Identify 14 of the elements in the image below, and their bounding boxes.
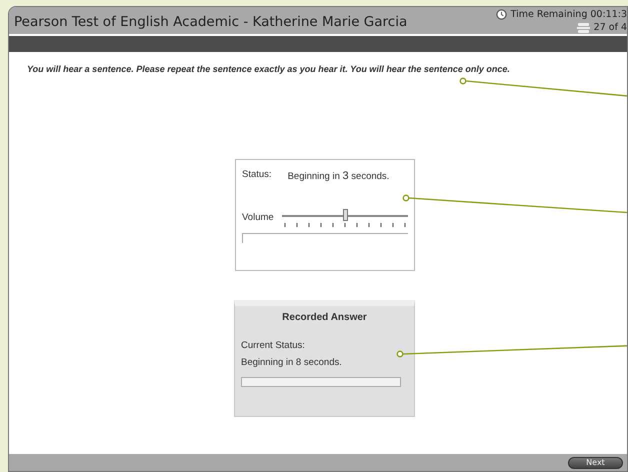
status-text: Beginning in 3 seconds. — [288, 169, 390, 184]
status-label: Current Status: — [241, 339, 306, 353]
slider-thumb[interactable] — [343, 208, 348, 220]
window-title: Pearson Test of English Academic - Katherine Marie Garcia — [14, 12, 408, 32]
recorder-title: Recorded Answer — [281, 311, 368, 325]
status-label: Status: — [242, 168, 272, 182]
volume-slider[interactable] — [282, 208, 408, 228]
status-text: Beginning in 8 seconds. — [241, 356, 343, 370]
time-remaining: Time Remaining 00:11:3 — [510, 8, 627, 21]
instruction-text: You will hear a sentence. Please repeat the sentence exactly as you hear it. You will hear the sentence only once. — [27, 63, 511, 76]
next-button[interactable]: Next — [568, 457, 623, 469]
stack-icon — [576, 22, 590, 32]
question-counter: 27 of 4 — [594, 21, 627, 34]
volume-label: Volume — [242, 211, 274, 226]
